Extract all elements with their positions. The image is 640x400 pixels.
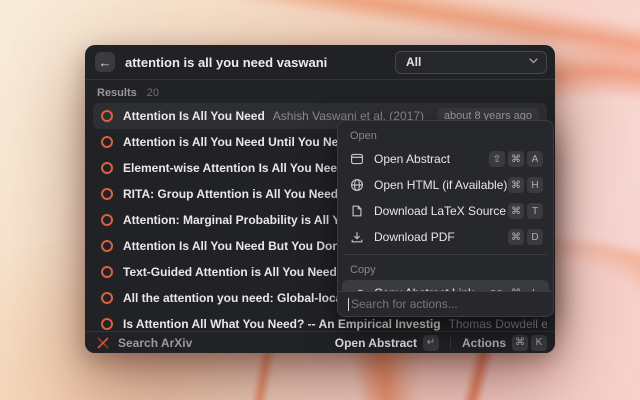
menu-item-label: Open HTML (if Available) [374, 178, 508, 192]
menu-item-label: Download LaTeX Source [374, 204, 508, 218]
results-header: Results 20 [85, 80, 555, 103]
actions-menu: OpenOpen Abstract⇧⌘AOpen HTML (if Availa… [337, 120, 554, 317]
search-header: ← All [85, 45, 555, 79]
shortcut-key: ⌘ [508, 177, 524, 193]
menu-item-shortcut: ⌘H [508, 177, 543, 193]
shortcut-key: ⌘ [508, 203, 524, 219]
menu-item[interactable]: Open Abstract⇧⌘A [342, 146, 549, 172]
arxiv-result-icon [101, 240, 113, 252]
back-arrow-icon: ← [99, 55, 112, 70]
actions-search-bar [338, 291, 553, 316]
menu-section-title: Open [342, 125, 549, 146]
result-title: Attention Is All You Need [123, 109, 265, 123]
arxiv-result-icon [101, 214, 113, 226]
menu-item[interactable]: Open HTML (if Available)⌘H [342, 172, 549, 198]
download-icon [350, 230, 365, 245]
shortcut-key: ⌘ [508, 229, 524, 245]
arxiv-result-icon [101, 136, 113, 148]
arxiv-result-icon [101, 162, 113, 174]
menu-item[interactable]: Download PDF⌘D [342, 224, 549, 250]
menu-item-label: Open Abstract [374, 152, 489, 166]
menu-item-shortcut: ⇧⌘A [489, 151, 543, 167]
shortcut-key: K [531, 335, 547, 351]
menu-item-shortcut: ⌘T [508, 203, 543, 219]
result-title: Element-wise Attention Is All You Need [123, 161, 344, 175]
extension-name: Search ArXiv [118, 336, 192, 350]
menu-item[interactable]: Copy Abstract Link⌥⌘L [342, 280, 549, 291]
results-label: Results [97, 87, 137, 99]
results-count: 20 [147, 87, 159, 99]
shortcut-key: H [527, 177, 543, 193]
menu-item[interactable]: Download LaTeX Source⌘T [342, 198, 549, 224]
arxiv-result-icon [101, 188, 113, 200]
filter-value: All [406, 55, 529, 69]
text-caret [348, 298, 349, 311]
menu-divider [344, 254, 547, 255]
return-key-icon: ↵ [423, 335, 439, 351]
shortcut-key: ⌘ [512, 335, 528, 351]
actions-menu-list: OpenOpen Abstract⇧⌘AOpen HTML (if Availa… [338, 121, 553, 291]
shortcut-key: ⇧ [489, 151, 505, 167]
arxiv-result-icon [101, 318, 113, 330]
result-author: Thomas Dowdell et al. (2019) [449, 317, 547, 331]
arxiv-logo-icon [97, 337, 109, 349]
result-title: Is Attention All What You Need? -- An Em… [123, 317, 441, 331]
arxiv-result-icon [101, 110, 113, 122]
menu-item-shortcut: ⌘D [508, 229, 543, 245]
primary-action-label[interactable]: Open Abstract [335, 336, 417, 350]
shortcut-key: D [527, 229, 543, 245]
search-input[interactable] [125, 55, 395, 70]
shortcut-key: A [527, 151, 543, 167]
actions-keys: ⌘K [512, 335, 547, 351]
window-icon [350, 152, 365, 167]
actions-search-input[interactable] [351, 297, 543, 311]
chevron-down-icon [529, 57, 538, 67]
document-icon [350, 204, 365, 219]
arxiv-result-icon [101, 292, 113, 304]
menu-item-label: Download PDF [374, 230, 508, 244]
footer-divider [450, 337, 451, 349]
back-button[interactable]: ← [95, 52, 115, 72]
arxiv-result-icon [101, 266, 113, 278]
shortcut-key: ⌘ [508, 151, 524, 167]
shortcut-key: T [527, 203, 543, 219]
filter-dropdown[interactable]: All [395, 51, 547, 74]
actions-button[interactable]: Actions [462, 336, 506, 350]
globe-icon [350, 178, 365, 193]
status-bar: Search ArXiv Open Abstract ↵ Actions ⌘K [85, 331, 555, 353]
menu-section-title: Copy [342, 259, 549, 280]
